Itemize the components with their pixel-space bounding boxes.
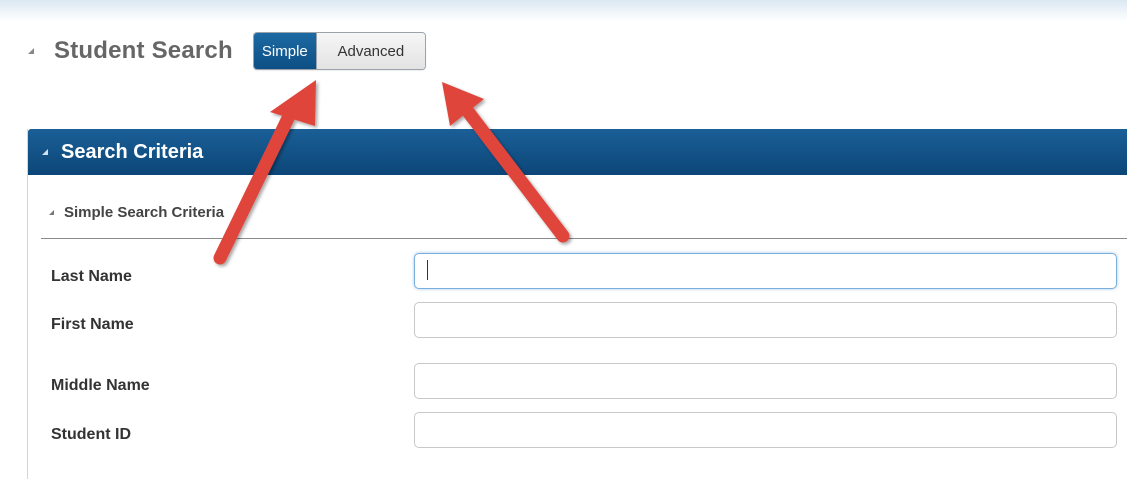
collapse-triangle-icon[interactable] — [49, 210, 54, 215]
last-name-label: Last Name — [51, 268, 132, 285]
middle-name-label: Middle Name — [51, 377, 150, 394]
text-caret — [427, 260, 428, 280]
search-mode-toggle: Simple Advanced — [252, 32, 426, 70]
advanced-mode-button[interactable]: Advanced — [315, 33, 425, 69]
student-id-input[interactable] — [414, 412, 1117, 448]
top-fade-bar — [0, 0, 1127, 22]
simple-mode-button[interactable]: Simple — [253, 33, 316, 69]
collapse-triangle-icon[interactable] — [28, 48, 34, 54]
section-title: Simple Search Criteria — [64, 204, 225, 221]
last-name-input[interactable] — [414, 253, 1117, 289]
panel-header[interactable]: Search Criteria — [28, 129, 1127, 175]
panel-title: Search Criteria — [61, 140, 204, 163]
collapse-triangle-icon[interactable] — [42, 149, 48, 155]
section-header[interactable]: Simple Search Criteria — [41, 187, 1127, 239]
student-id-label: Student ID — [51, 426, 131, 443]
page-title: Student Search — [54, 37, 233, 64]
first-name-label: First Name — [51, 316, 134, 333]
first-name-input[interactable] — [414, 302, 1117, 338]
page-header: Student Search Simple Advanced — [28, 30, 426, 72]
middle-name-input[interactable] — [414, 363, 1117, 399]
